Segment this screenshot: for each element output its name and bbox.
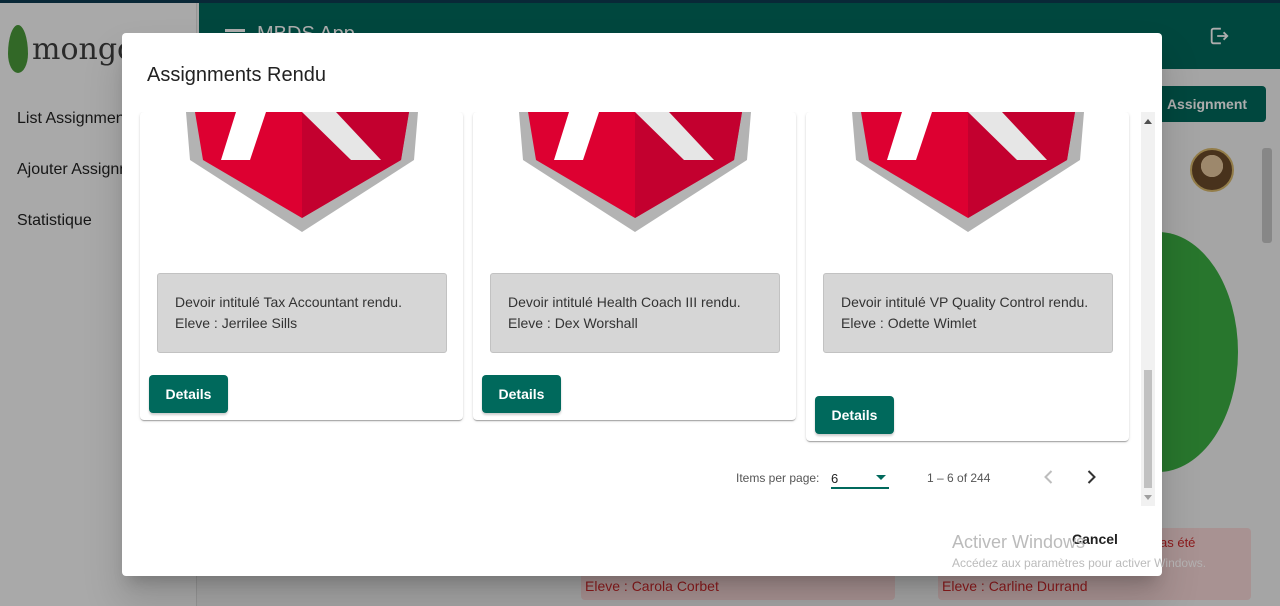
dropdown-caret-icon xyxy=(876,475,886,480)
assignment-card: Devoir intitulé Health Coach III rendu. … xyxy=(473,112,796,420)
scroll-down-arrow-icon[interactable] xyxy=(1144,495,1152,500)
assignment-description: Devoir intitulé Health Coach III rendu. … xyxy=(490,273,780,353)
paginator: Items per page: 6 1 – 6 of 244 xyxy=(122,463,1162,491)
items-per-page-select[interactable]: 6 xyxy=(831,465,889,489)
items-per-page-value: 6 xyxy=(831,471,839,486)
items-per-page-label: Items per page: xyxy=(736,471,820,485)
assignments-rendu-dialog: Assignments Rendu Devoir intitulé Tax Ac… xyxy=(122,33,1162,576)
previous-page-icon[interactable] xyxy=(1039,467,1059,487)
details-button[interactable]: Details xyxy=(815,396,894,434)
watermark-subtitle: Accédez aux paramètres pour activer Wind… xyxy=(952,556,1207,570)
scroll-up-arrow-icon[interactable] xyxy=(1144,119,1152,124)
next-page-icon[interactable] xyxy=(1081,467,1101,487)
details-button[interactable]: Details xyxy=(482,375,561,413)
assignment-title-text: Devoir intitulé Tax Accountant rendu. xyxy=(175,294,402,310)
assignment-card: Devoir intitulé VP Quality Control rendu… xyxy=(806,112,1129,441)
angular-logo-icon xyxy=(186,112,418,232)
dialog-title: Assignments Rendu xyxy=(147,64,326,86)
assignment-description: Devoir intitulé Tax Accountant rendu. El… xyxy=(157,273,447,353)
assignment-eleve-text: Eleve : Dex Worshall xyxy=(508,315,638,331)
windows-activation-watermark: Activer Windows Accédez aux paramètres p… xyxy=(952,532,1206,570)
dialog-scrollbar[interactable] xyxy=(1141,112,1155,506)
assignment-eleve-text: Eleve : Odette Wimlet xyxy=(841,315,977,331)
dialog-content: Devoir intitulé Tax Accountant rendu. El… xyxy=(137,112,1147,506)
assignment-eleve-text: Eleve : Jerrilee Sills xyxy=(175,315,298,331)
assignment-title-text: Devoir intitulé Health Coach III rendu. xyxy=(508,294,741,310)
assignment-title-text: Devoir intitulé VP Quality Control rendu… xyxy=(841,294,1089,310)
assignment-card: Devoir intitulé Tax Accountant rendu. El… xyxy=(140,112,463,420)
assignment-description: Devoir intitulé VP Quality Control rendu… xyxy=(823,273,1113,353)
angular-logo-icon xyxy=(852,112,1084,232)
details-button[interactable]: Details xyxy=(149,375,228,413)
angular-logo-icon xyxy=(519,112,751,232)
page-range-label: 1 – 6 of 244 xyxy=(927,471,991,485)
watermark-title: Activer Windows xyxy=(952,532,1086,552)
